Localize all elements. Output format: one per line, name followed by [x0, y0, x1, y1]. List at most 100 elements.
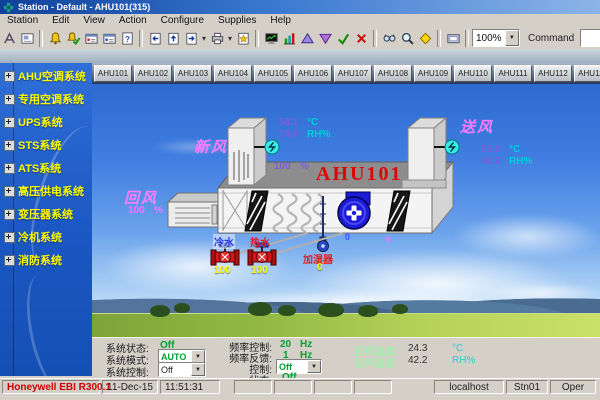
sidebar-item-chiller[interactable]: 冷机系统: [4, 230, 62, 244]
expand-icon[interactable]: [4, 71, 15, 82]
toolbar-separator: [437, 30, 441, 47]
tab-ahu110[interactable]: AHU110: [454, 65, 492, 82]
find-icon: [382, 31, 397, 46]
expand-icon[interactable]: [4, 209, 15, 220]
chevron-down-icon[interactable]: [191, 363, 205, 376]
raise-icon: [300, 31, 315, 46]
expand-icon[interactable]: [4, 186, 15, 197]
event-summary-button[interactable]: [100, 29, 118, 47]
toolbar-separator: [255, 30, 259, 47]
sidebar-item-transformer[interactable]: 变压器系统: [4, 207, 73, 221]
station-window: Station - Default - AHU101(315) Station …: [0, 0, 600, 400]
supply-air-humidity-unit: RH%: [509, 156, 532, 167]
menu-supplies[interactable]: Supplies: [211, 15, 263, 27]
alarm-summary-button[interactable]: [82, 29, 100, 47]
detail-button[interactable]: [416, 29, 434, 47]
tab-ahu113[interactable]: AHU113: [574, 65, 600, 82]
command-input[interactable]: [580, 29, 600, 47]
user-cell: Oper: [550, 380, 596, 394]
system-control-label: 系统控制:: [106, 364, 149, 379]
menu-view[interactable]: View: [76, 15, 112, 27]
chevron-down-icon[interactable]: [307, 360, 321, 373]
supply-air-temp-unit: °C: [509, 144, 520, 155]
page-forward-button[interactable]: [182, 29, 200, 47]
sidebar-item-hv-power[interactable]: 高压供电系统: [4, 184, 84, 198]
sidebar-item-ups[interactable]: UPS系统: [4, 115, 63, 129]
tab-ahu105[interactable]: AHU105: [254, 65, 292, 82]
help-button[interactable]: ?: [118, 29, 136, 47]
host-cell: localhost: [434, 380, 504, 394]
expand-icon[interactable]: [4, 163, 15, 174]
menu-edit[interactable]: Edit: [45, 15, 76, 27]
hot-valve-position: 100: [251, 265, 268, 276]
tab-ahu108[interactable]: AHU108: [374, 65, 412, 82]
tab-ahu112[interactable]: AHU112: [534, 65, 572, 82]
alarm-page-button[interactable]: [46, 29, 64, 47]
tab-ahu106[interactable]: AHU106: [294, 65, 332, 82]
accept-button[interactable]: [334, 29, 352, 47]
date-cell: 11-Dec-15: [102, 380, 158, 394]
sidebar-item-ahu[interactable]: AHU空调系统: [4, 69, 86, 83]
sidebar-item-fire[interactable]: 消防系统: [4, 253, 62, 267]
return-temp-value: 24.3: [408, 343, 427, 354]
raise-button[interactable]: [298, 29, 316, 47]
page-forward-dropdown[interactable]: [200, 29, 208, 47]
toolbar-separator: [139, 30, 143, 47]
fresh-air-humidity-unit: RH%: [307, 129, 330, 140]
menu-help[interactable]: Help: [263, 15, 298, 27]
menu-action[interactable]: Action: [112, 15, 154, 27]
sidebar: AHU空调系统 专用空调系统 UPS系统 STS系统 ATS系统 高压供电系统 …: [0, 63, 92, 376]
trend-button[interactable]: [280, 29, 298, 47]
system-monitor-icon: [264, 31, 279, 46]
connect-button[interactable]: [0, 29, 18, 47]
chevron-down-icon[interactable]: [505, 30, 519, 46]
fresh-air-duct: [228, 118, 266, 185]
lower-button[interactable]: [316, 29, 334, 47]
page-up-icon: [166, 31, 181, 46]
find-button[interactable]: [380, 29, 398, 47]
expand-icon[interactable]: [4, 255, 15, 266]
tab-ahu111[interactable]: AHU111: [494, 65, 532, 82]
tab-ahu107[interactable]: AHU107: [334, 65, 372, 82]
zoom-button[interactable]: [398, 29, 416, 47]
tab-ahu109[interactable]: AHU109: [414, 65, 452, 82]
lower-icon: [318, 31, 333, 46]
page-up-button[interactable]: [164, 29, 182, 47]
expand-icon[interactable]: [4, 140, 15, 151]
connect-icon: [2, 31, 17, 46]
expand-icon[interactable]: [4, 94, 15, 105]
acknowledge-alarm-button[interactable]: [64, 29, 82, 47]
display-button[interactable]: [444, 29, 462, 47]
cancel-button[interactable]: [352, 29, 370, 47]
return-humidity-unit: RH%: [452, 355, 475, 366]
title-bar[interactable]: Station - Default - AHU101(315): [0, 0, 600, 14]
fan-status-value: 0: [345, 232, 350, 242]
freq-control-value: 20: [280, 339, 291, 350]
system-control-select[interactable]: Off: [158, 362, 206, 377]
print-button[interactable]: [208, 29, 226, 47]
sidebar-item-dedicated-ac[interactable]: 专用空调系统: [4, 92, 84, 106]
unit-name: AHU101: [316, 163, 402, 186]
tab-ahu102[interactable]: AHU102: [134, 65, 172, 82]
sidebar-item-ats[interactable]: ATS系统: [4, 161, 61, 175]
menu-configure[interactable]: Configure: [154, 15, 211, 27]
tab-ahu103[interactable]: AHU103: [174, 65, 212, 82]
zoom-select[interactable]: 100%: [472, 29, 520, 47]
tab-ahu101[interactable]: AHU101: [94, 65, 132, 82]
page-back-button[interactable]: [146, 29, 164, 47]
expand-icon[interactable]: [4, 117, 15, 128]
menu-station[interactable]: Station: [0, 15, 45, 27]
time-cell: 11:51:31: [160, 380, 220, 394]
alarm-page-icon: [48, 31, 63, 46]
tab-ahu104[interactable]: AHU104: [214, 65, 252, 82]
workspace-button[interactable]: [18, 29, 36, 47]
display-top-band: [0, 49, 600, 63]
sidebar-item-sts[interactable]: STS系统: [4, 138, 61, 152]
system-monitor-button[interactable]: [262, 29, 280, 47]
page-favorite-button[interactable]: [234, 29, 252, 47]
ahu-diagram: [92, 84, 600, 337]
expand-icon[interactable]: [4, 232, 15, 243]
toolbar-separator: [39, 30, 43, 47]
statusbar-cell: [314, 380, 352, 394]
print-dropdown[interactable]: [226, 29, 234, 47]
